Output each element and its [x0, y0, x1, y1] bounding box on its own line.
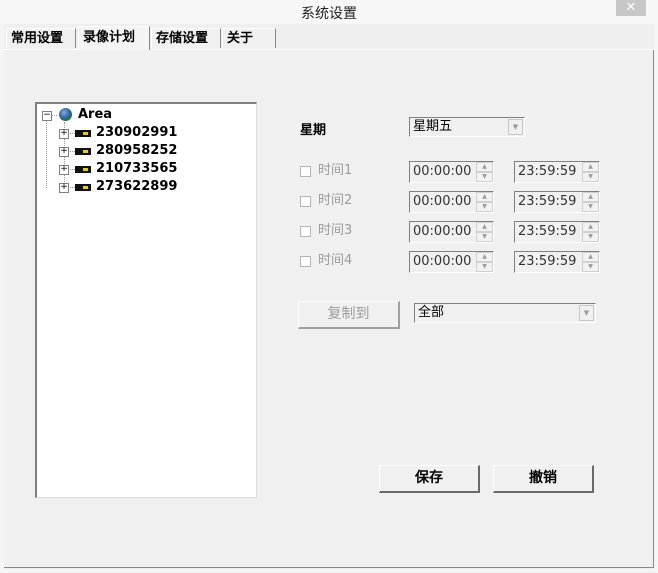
tree-node-label: Area	[78, 107, 113, 122]
period-2-checkbox[interactable]	[300, 196, 311, 207]
copy-target-select[interactable]: 全部 ▼	[414, 303, 596, 323]
save-button[interactable]: 保存	[379, 465, 480, 493]
period-4-end-value: 23:59:59	[518, 254, 577, 269]
period-1-start-value: 00:00:00	[413, 164, 472, 179]
period-4-label: 时间4	[318, 253, 353, 268]
spin-up-icon[interactable]: ▲	[582, 162, 599, 172]
tree-node-label: 280958252	[96, 143, 178, 158]
weekday-select[interactable]: 星期五 ▼	[409, 117, 525, 137]
tree-node-device[interactable]: + 210733565	[58, 160, 238, 178]
time-spinner[interactable]: ▲ ▼	[582, 222, 599, 242]
spin-down-icon[interactable]: ▼	[582, 172, 599, 182]
period-4-end-time[interactable]: 23:59:59 ▲ ▼	[514, 251, 600, 273]
period-1-label: 时间1	[318, 163, 353, 178]
tree-connector-vertical	[46, 120, 47, 188]
time-spinner[interactable]: ▲ ▼	[476, 192, 493, 212]
period-4-start-time[interactable]: 00:00:00 ▲ ▼	[409, 251, 494, 273]
period-2-label: 时间2	[318, 193, 353, 208]
copy-to-button[interactable]: 复制到	[298, 301, 400, 329]
period-3-checkbox[interactable]	[300, 226, 311, 237]
window-border-bottom	[0, 569, 658, 573]
time-spinner[interactable]: ▲ ▼	[582, 162, 599, 182]
tree-node-device[interactable]: + 230902991	[58, 124, 238, 142]
period-2-start-time[interactable]: 00:00:00 ▲ ▼	[409, 191, 494, 213]
period-2-end-time[interactable]: 23:59:59 ▲ ▼	[514, 191, 600, 213]
expand-icon[interactable]: +	[59, 165, 69, 175]
period-1-end-time[interactable]: 23:59:59 ▲ ▼	[514, 161, 600, 183]
period-3-start-value: 00:00:00	[413, 224, 472, 239]
window-border-right	[654, 24, 658, 573]
period-4-checkbox[interactable]	[300, 256, 311, 267]
period-3-end-value: 23:59:59	[518, 224, 577, 239]
spin-down-icon[interactable]: ▼	[476, 202, 493, 212]
spin-up-icon[interactable]: ▲	[476, 252, 493, 262]
title-bar: 系统设置 ✕	[0, 0, 658, 24]
chevron-down-icon[interactable]: ▼	[508, 119, 523, 135]
time-spinner[interactable]: ▲ ▼	[476, 252, 493, 272]
spin-down-icon[interactable]: ▼	[476, 262, 493, 272]
spin-up-icon[interactable]: ▲	[476, 192, 493, 202]
time-spinner[interactable]: ▲ ▼	[582, 252, 599, 272]
tab-recording-schedule[interactable]: 录像计划	[78, 26, 150, 50]
period-3-end-time[interactable]: 23:59:59 ▲ ▼	[514, 221, 600, 243]
spin-down-icon[interactable]: ▼	[582, 232, 599, 242]
cancel-button[interactable]: 撤销	[493, 465, 594, 493]
period-3-label: 时间3	[318, 223, 353, 238]
tree-node-area[interactable]: − Area	[40, 106, 240, 124]
weekday-select-value: 星期五	[413, 119, 453, 134]
period-1-start-time[interactable]: 00:00:00 ▲ ▼	[409, 161, 494, 183]
tab-about[interactable]: 关于	[222, 28, 276, 48]
spin-down-icon[interactable]: ▼	[476, 172, 493, 182]
window-title: 系统设置	[301, 6, 357, 22]
spin-down-icon[interactable]: ▼	[582, 202, 599, 212]
time-spinner[interactable]: ▲ ▼	[582, 192, 599, 212]
copy-target-value: 全部	[418, 305, 445, 320]
spin-up-icon[interactable]: ▲	[476, 162, 493, 172]
collapse-icon[interactable]: −	[42, 111, 52, 121]
period-4-start-value: 00:00:00	[413, 254, 472, 269]
tree-node-label: 230902991	[96, 125, 178, 140]
period-3-start-time[interactable]: 00:00:00 ▲ ▼	[409, 221, 494, 243]
spin-down-icon[interactable]: ▼	[582, 262, 599, 272]
period-1-checkbox[interactable]	[300, 166, 311, 177]
close-button[interactable]: ✕	[616, 0, 646, 16]
expand-icon[interactable]: +	[59, 183, 69, 193]
chevron-down-icon[interactable]: ▼	[579, 305, 594, 321]
weekday-label: 星期	[300, 123, 327, 138]
expand-icon[interactable]: +	[59, 129, 69, 139]
device-icon	[75, 184, 91, 191]
device-icon	[75, 148, 91, 155]
device-tree[interactable]: − Area + 230902991 + 280958252 + 2107335…	[35, 102, 257, 498]
time-spinner[interactable]: ▲ ▼	[476, 222, 493, 242]
tree-node-device[interactable]: + 280958252	[58, 142, 238, 160]
spin-up-icon[interactable]: ▲	[582, 192, 599, 202]
spin-up-icon[interactable]: ▲	[582, 222, 599, 232]
tree-node-label: 210733565	[96, 161, 178, 176]
tree-node-label: 273622899	[96, 179, 178, 194]
tab-storage-settings[interactable]: 存储设置	[151, 28, 221, 48]
device-icon	[75, 166, 91, 173]
tree-node-device[interactable]: + 273622899	[58, 178, 238, 196]
spin-up-icon[interactable]: ▲	[476, 222, 493, 232]
time-spinner[interactable]: ▲ ▼	[476, 162, 493, 182]
period-2-end-value: 23:59:59	[518, 194, 577, 209]
tab-general-settings[interactable]: 常用设置	[6, 28, 76, 48]
device-icon	[75, 130, 91, 137]
period-1-end-value: 23:59:59	[518, 164, 577, 179]
spin-down-icon[interactable]: ▼	[476, 232, 493, 242]
period-2-start-value: 00:00:00	[413, 194, 472, 209]
expand-icon[interactable]: +	[59, 147, 69, 157]
spin-up-icon[interactable]: ▲	[582, 252, 599, 262]
globe-icon	[59, 108, 72, 121]
